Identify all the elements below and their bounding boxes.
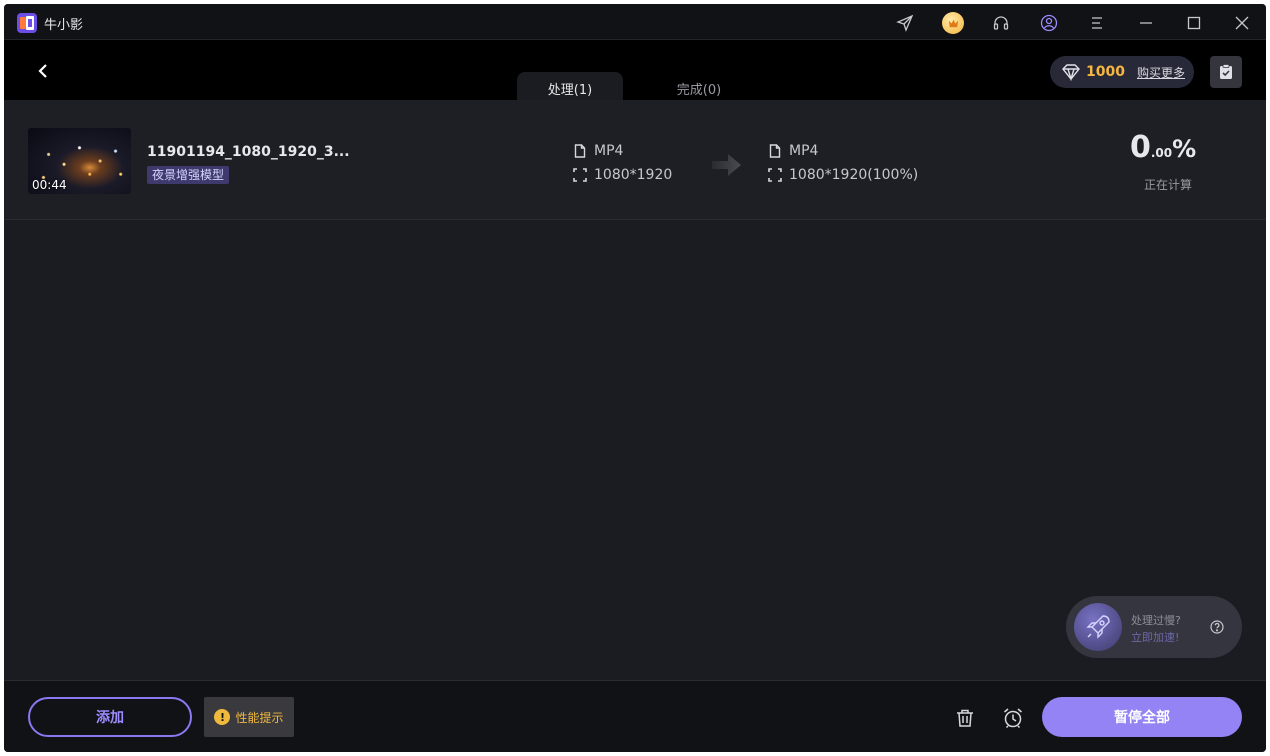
file-icon (574, 144, 586, 158)
diamond-icon (1062, 64, 1080, 81)
footer-bar: 添加 ! 性能提示 暂停全部 (4, 680, 1266, 752)
arrow-right-icon (712, 154, 741, 176)
speedup-title: 处理过慢? (1131, 614, 1181, 627)
credits-amount: 1000 (1086, 64, 1125, 80)
back-button[interactable] (32, 60, 54, 82)
buy-more-link[interactable]: 购买更多 (1137, 64, 1185, 81)
model-badge: 夜景增强模型 (147, 166, 230, 184)
source-format: MP4 (573, 143, 623, 159)
task-list-button[interactable] (1210, 56, 1242, 88)
help-icon[interactable] (1210, 620, 1224, 634)
trash-icon (957, 709, 973, 727)
maximize-icon[interactable] (1183, 12, 1205, 34)
target-resolution: 1080*1920(100%) (768, 167, 918, 183)
progress-percent: 0.00% (1130, 130, 1197, 165)
video-thumbnail[interactable]: 00:44 (28, 128, 131, 194)
rocket-icon (1074, 603, 1122, 651)
user-icon[interactable] (1038, 12, 1060, 34)
target-format: MP4 (768, 143, 818, 159)
alarm-clock-icon (1004, 708, 1022, 729)
app-title: 牛小影 (44, 18, 84, 33)
add-button[interactable]: 添加 (28, 697, 192, 737)
delete-button[interactable] (954, 707, 976, 729)
clipboard-check-icon (1220, 64, 1232, 79)
video-filename: 11901194_1080_1920_3... (147, 144, 350, 160)
send-icon[interactable] (894, 12, 916, 34)
speedup-prompt[interactable]: 处理过慢? 立即加速! (1066, 596, 1242, 658)
task-row[interactable]: 00:44 11901194_1080_1920_3... 夜景增强模型 MP4… (4, 100, 1266, 220)
vip-icon[interactable] (942, 12, 964, 34)
chevron-left-icon (38, 64, 47, 78)
video-duration: 00:44 (32, 178, 67, 192)
title-bar: 牛小影 (4, 4, 1266, 40)
progress-status: 正在计算 (1144, 178, 1193, 192)
app-logo-icon (17, 13, 37, 33)
menu-icon[interactable] (1086, 12, 1108, 34)
app-window: 牛小影 处理(1) 完成(0) 1000 购买更多 00:44 11901194… (4, 4, 1266, 752)
header-bar: 处理(1) 完成(0) 1000 购买更多 (4, 40, 1266, 104)
close-icon[interactable] (1231, 12, 1253, 34)
file-icon (769, 144, 781, 158)
minimize-icon[interactable] (1135, 12, 1157, 34)
speedup-link[interactable]: 立即加速! (1131, 629, 1179, 645)
schedule-button[interactable] (1002, 707, 1024, 729)
resolution-icon (768, 168, 782, 182)
source-resolution: 1080*1920 (573, 167, 672, 183)
pause-all-button[interactable]: 暂停全部 (1042, 697, 1242, 737)
resolution-icon (573, 168, 587, 182)
credits-balance: 1000 购买更多 (1050, 56, 1194, 88)
headset-icon[interactable] (990, 12, 1012, 34)
warning-icon: ! (214, 709, 231, 725)
performance-tips-button[interactable]: ! 性能提示 (204, 697, 294, 737)
